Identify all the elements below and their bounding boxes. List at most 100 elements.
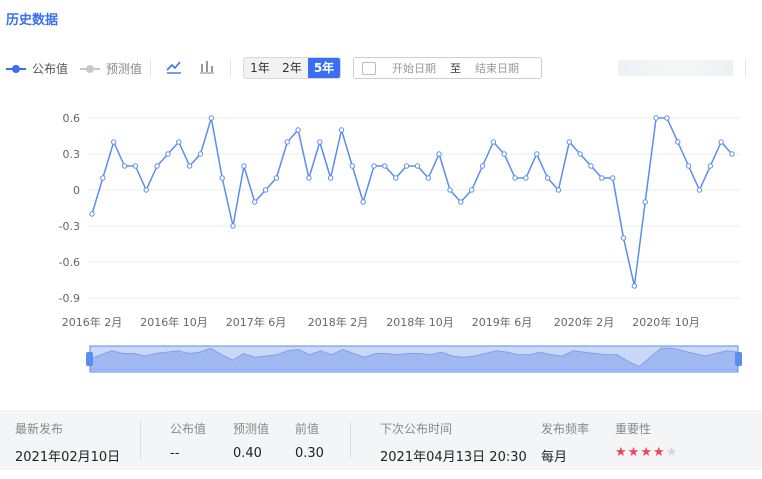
data-point [121, 163, 128, 169]
range-2y-button[interactable]: 2年 [276, 58, 308, 78]
zoom-selection [89, 345, 739, 373]
data-point [252, 199, 258, 205]
data-point [685, 163, 692, 169]
toolbar-divider [230, 60, 231, 76]
data-point [393, 175, 399, 181]
data-point [588, 163, 594, 169]
data-point [338, 127, 345, 133]
latest-release-value: 2021年02月10日 [15, 450, 121, 465]
x-tick-label: 2016年 2月 [62, 315, 123, 329]
data-point [132, 163, 139, 169]
data-point [208, 115, 215, 121]
star-empty-icon: ★ [665, 445, 678, 460]
data-point [599, 175, 605, 181]
data-point [403, 163, 410, 169]
toolbar-divider [150, 60, 151, 76]
y-tick-label: 0 [73, 184, 80, 197]
history-line-chart: 0.60.30-0.3-0.6-0.9 2016年 2月 2016年 10月 201… [59, 112, 742, 373]
forecast-label: 预测值 [233, 422, 270, 436]
date-range-separator: 至 [450, 62, 461, 75]
data-point [447, 187, 453, 193]
y-tick-label: -0.6 [59, 256, 80, 269]
range-selector: 1年 2年 5年 [243, 57, 341, 79]
data-point [349, 163, 356, 169]
previous-value: 0.30 [295, 446, 324, 461]
published-label: 公布值 [170, 422, 207, 436]
data-point [425, 175, 431, 181]
data-point [458, 199, 464, 205]
legend-forecast-label: 预测值 [106, 62, 143, 76]
data-point [523, 175, 529, 181]
data-point [696, 187, 703, 193]
data-point [154, 163, 160, 169]
date-range-picker[interactable]: 开始日期 至 结束日期 [353, 57, 542, 79]
summary-divider [350, 422, 351, 458]
zoom-handle-right[interactable] [735, 352, 742, 366]
forecast-value: 0.40 [233, 446, 262, 461]
data-point [534, 151, 540, 157]
star-filled-icon: ★ [640, 445, 652, 460]
data-point [707, 163, 714, 169]
next-release-cell: 下次公布时间 2021年04月13日 20:30 [380, 420, 527, 465]
bar-chart-icon[interactable] [198, 58, 216, 76]
y-tick-label: -0.3 [59, 220, 80, 233]
importance-label: 重要性 [615, 422, 652, 436]
page-title: 历史数据 [6, 13, 59, 28]
data-point [382, 163, 388, 169]
next-release-value: 2021年04月13日 20:30 [380, 450, 527, 465]
data-point [490, 139, 497, 145]
summary-panel: 最新发布 2021年02月10日 公布值 -- 预测值 0.40 前值 0.30… [0, 410, 762, 470]
y-tick-label: -0.9 [59, 292, 80, 305]
data-point [577, 151, 583, 157]
data-point [468, 187, 475, 193]
data-point [631, 283, 638, 289]
x-tick-label: 2020年 2月 [554, 315, 615, 329]
start-date-input[interactable]: 开始日期 [392, 60, 436, 76]
data-point [620, 235, 627, 241]
y-tick-label: 0.3 [63, 148, 81, 161]
data-point [273, 175, 280, 181]
summary-divider [140, 422, 141, 458]
data-point [664, 115, 670, 121]
range-1y-button[interactable]: 1年 [244, 58, 276, 78]
zoom-slider[interactable] [86, 345, 742, 373]
data-point [197, 151, 204, 157]
calendar-icon [362, 61, 376, 75]
data-point [512, 175, 518, 181]
importance-cell: 重要性 ★ ★ ★ ★ ★ [615, 420, 677, 459]
latest-release: 最新发布 2021年02月10日 [15, 420, 120, 465]
data-point [284, 139, 290, 145]
x-tick-label: 2020年 10月 [632, 315, 700, 329]
legend-forecast[interactable]: 预测值 [80, 60, 142, 77]
data-point [501, 151, 507, 157]
data-point [143, 187, 149, 193]
range-5y-button[interactable]: 5年 [308, 58, 340, 78]
forecast-value-cell: 预测值 0.40 [233, 420, 269, 461]
star-filled-icon: ★ [615, 445, 627, 460]
zoom-handle-left[interactable] [86, 352, 93, 366]
data-point [110, 139, 117, 145]
star-filled-icon: ★ [652, 445, 665, 460]
x-tick-label: 2017年 6月 [226, 315, 287, 329]
x-tick-label: 2018年 10月 [386, 315, 454, 329]
line-chart-icon[interactable] [165, 58, 183, 76]
chart-grid [88, 117, 740, 299]
legend-published[interactable]: 公布值 [6, 60, 68, 77]
data-point [176, 139, 182, 145]
previous-value-cell: 前值 0.30 [295, 420, 324, 461]
frequency-value: 每月 [541, 450, 568, 465]
data-point [317, 139, 323, 145]
data-point [479, 163, 486, 169]
data-point [327, 175, 334, 181]
legend-published-marker [6, 64, 26, 73]
data-point [186, 163, 193, 169]
data-point [718, 139, 724, 145]
legend-forecast-marker [80, 64, 100, 73]
data-point [729, 151, 735, 157]
chart-toolbar: 公布值 预测值 1年 2年 5年 开始日期 至 结束日期 [0, 56, 762, 80]
end-date-input[interactable]: 结束日期 [475, 60, 519, 76]
data-point [566, 139, 572, 145]
data-point [544, 175, 551, 181]
data-point [306, 175, 312, 181]
data-point [642, 199, 648, 205]
